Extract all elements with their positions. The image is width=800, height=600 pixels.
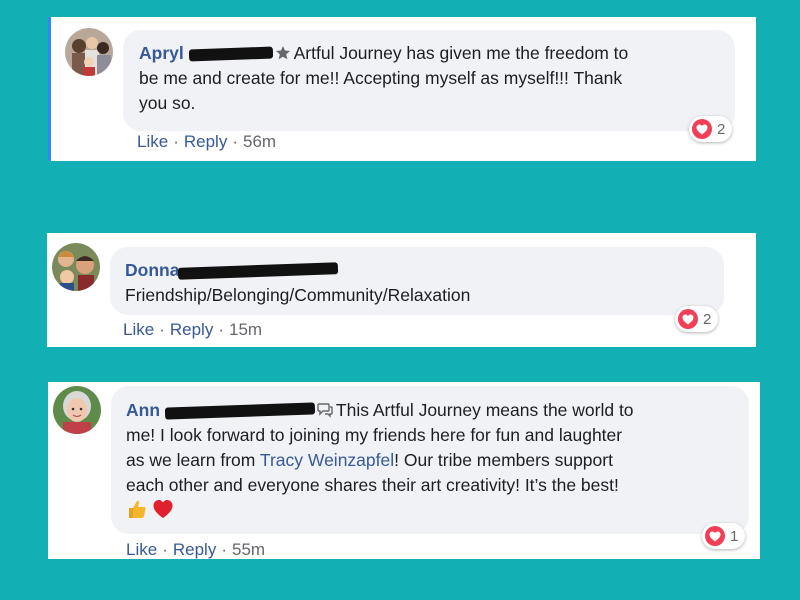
redaction-bar [164,402,316,420]
separator: · [232,132,238,151]
comment-text-line: Artful Journey has given me the freedom … [293,43,629,63]
comment-bubble: Apryl Artful Journey has given me the fr… [123,30,735,131]
comment-text-line: ! Our tribe members support [394,450,613,470]
reaction-summary[interactable]: 2 [675,306,719,332]
comment-bubble: Donna Friendship/Belonging/Community/Rel… [110,247,724,315]
love-icon [692,119,712,139]
comment-text-line: me! I look forward to joining my friends… [126,425,623,445]
author-name[interactable]: Donna [125,260,339,281]
comment-card: Ann This Artful Journey means the world … [48,382,760,559]
comment-card: Apryl Artful Journey has given me the fr… [48,17,756,161]
mention-link[interactable]: Tracy Weinzapfel [260,450,394,470]
reaction-summary[interactable]: 2 [689,116,733,142]
separator: · [173,132,179,151]
redaction-bar [188,46,273,62]
comment-actions: Like · Reply · 56m [137,132,276,152]
love-icon [705,526,725,546]
conversation-starter-icon [317,403,333,418]
comment-text-line: you so. [139,93,196,113]
reply-link[interactable]: Reply [184,132,227,151]
comment-text-line: Friendship/Belonging/Community/Relaxatio… [125,285,471,305]
avatar[interactable] [65,28,113,76]
reaction-count: 1 [730,527,739,545]
reaction-summary[interactable]: 1 [702,523,746,549]
comment-card: Donna Friendship/Belonging/Community/Rel… [47,233,756,347]
timestamp[interactable]: 15m [229,320,262,339]
comment-text-line: as we learn from [126,450,260,470]
comment-text-line: This Artful Journey means the world to [335,400,634,420]
separator: · [162,540,168,559]
reply-link[interactable]: Reply [170,320,213,339]
comment-bubble: Ann This Artful Journey means the world … [111,386,749,534]
comment-text-line: be me and create for me!! Accepting myse… [139,68,623,88]
star-badge-icon [275,46,290,60]
comment-actions: Like · Reply · 15m [123,320,262,340]
reaction-count: 2 [703,310,712,328]
separator: · [218,320,224,339]
timestamp[interactable]: 56m [243,132,276,151]
comment-text-line: each other and everyone shares their art… [126,475,619,495]
like-link[interactable]: Like [137,132,168,151]
reply-link[interactable]: Reply [173,540,216,559]
reaction-count: 2 [717,120,726,138]
love-icon [678,309,698,329]
like-link[interactable]: Like [126,540,157,559]
author-name[interactable]: Apryl [139,43,273,63]
thumbs-up-icon [129,500,146,518]
avatar[interactable] [53,386,101,434]
separator: · [221,540,227,559]
like-link[interactable]: Like [123,320,154,339]
redaction-bar [178,262,339,281]
separator: · [159,320,165,339]
avatar[interactable] [52,243,100,291]
comment-actions: Like · Reply · 55m [126,540,265,560]
author-name[interactable]: Ann [126,400,316,420]
timestamp[interactable]: 55m [232,540,265,559]
red-heart-icon [153,500,173,518]
